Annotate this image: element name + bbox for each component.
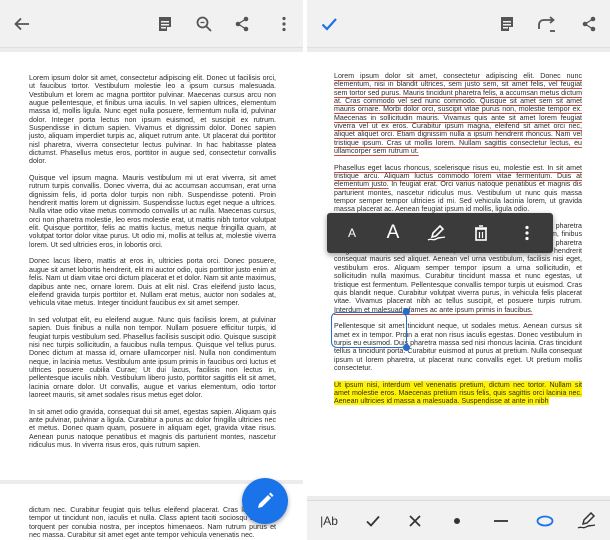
paragraph: In sed volutpat elit, eu eleifend augue.…	[29, 315, 276, 399]
back-button[interactable]	[8, 10, 36, 38]
pencil-icon	[258, 492, 274, 508]
pen-icon	[577, 512, 596, 529]
popup-more-button[interactable]	[507, 213, 547, 253]
document-page-1[interactable]: Lorem ipsum dolor sit amet, consectetur …	[0, 52, 303, 480]
resize-handle[interactable]	[403, 308, 410, 315]
share-icon	[582, 16, 596, 32]
check-mark-icon	[366, 515, 380, 527]
cross-mark-icon	[409, 515, 421, 527]
dot-tool-button[interactable]	[439, 501, 475, 540]
paragraph: Lorem ipsum dolor sit amet, consectetur …	[29, 74, 276, 166]
page-2-text: dictum nec. Curabitur feugiat quis tellu…	[29, 506, 276, 540]
line-icon	[494, 520, 508, 522]
page-1-text: Lorem ipsum dolor sit amet, consectetur …	[29, 74, 276, 458]
paragraph: Lorem ipsum dolor sit amet, consectetur …	[334, 72, 582, 155]
top-toolbar	[0, 0, 303, 48]
share-button[interactable]	[575, 10, 603, 38]
done-button[interactable]	[315, 10, 343, 38]
oval-tool-button[interactable]	[527, 501, 563, 540]
text-smaller-label: A	[347, 226, 356, 240]
check-mark-tool-button[interactable]	[355, 501, 391, 540]
dot-icon	[454, 518, 460, 524]
editable-document-page[interactable]: Lorem ipsum dolor sit amet, consectetur …	[307, 52, 610, 496]
redo-icon	[538, 16, 555, 32]
delete-button[interactable]	[461, 213, 501, 253]
annotation-tools-bar: |Ab	[307, 500, 610, 540]
edit-fab-button[interactable]	[242, 478, 288, 524]
underlined-text[interactable]: Lorem ipsum dolor sit amet, consectetur …	[334, 72, 582, 155]
cross-mark-tool-button[interactable]	[397, 501, 433, 540]
redo-button[interactable]	[533, 10, 561, 38]
pen-sign-tool-button[interactable]	[569, 501, 605, 540]
document-info-button[interactable]	[151, 10, 179, 38]
pen-icon	[427, 224, 446, 241]
trash-icon	[475, 225, 487, 241]
text-tool-button[interactable]: |Ab	[311, 501, 347, 540]
document-icon	[159, 17, 171, 31]
annotation-popup-menu: A A	[327, 213, 553, 253]
line-tool-button[interactable]	[483, 501, 519, 540]
text-tool-label: |Ab	[320, 514, 338, 528]
back-arrow-icon	[14, 17, 29, 31]
text-larger-button[interactable]: A	[373, 213, 413, 253]
paragraph: Quisque vel ipsum magna. Mauris vestibul…	[29, 174, 276, 249]
highlighted-text[interactable]: Ut ipsum nisi, interdum vel venenatis pr…	[334, 380, 582, 406]
text-larger-label: A	[386, 222, 400, 243]
text-smaller-button[interactable]: A	[335, 213, 369, 253]
search-button[interactable]	[190, 10, 218, 38]
more-icon	[525, 225, 529, 241]
check-icon	[321, 18, 337, 31]
more-icon	[282, 16, 286, 32]
document-view-panel: Lorem ipsum dolor sit amet, consectetur …	[0, 0, 303, 540]
paragraph: Phasellus eget lacus rhoncus, scelerisqu…	[334, 164, 582, 214]
search-icon	[196, 16, 212, 32]
paragraph: dictum nec. Curabitur feugiat quis tellu…	[29, 506, 276, 540]
paragraph: In sit amet odio gravida, consequat dui …	[29, 407, 276, 449]
screenshot: Lorem ipsum dolor sit amet, consectetur …	[0, 0, 610, 540]
share-icon	[235, 16, 249, 32]
more-options-button[interactable]	[270, 10, 298, 38]
selected-annotation-box[interactable]	[331, 312, 407, 348]
edit-top-toolbar	[307, 0, 610, 48]
pen-style-button[interactable]	[417, 213, 457, 253]
oval-icon	[536, 515, 554, 527]
share-button[interactable]	[228, 10, 256, 38]
paragraph: Ut ipsum nisi, interdum vel venenatis pr…	[334, 380, 582, 406]
document-info-button[interactable]	[493, 10, 521, 38]
paragraph: Donec lacus libero, mattis at eros in, u…	[29, 257, 276, 308]
resize-handle[interactable]	[403, 344, 410, 351]
annotation-edit-panel: Lorem ipsum dolor sit amet, consectetur …	[307, 0, 610, 540]
document-icon	[501, 17, 513, 31]
